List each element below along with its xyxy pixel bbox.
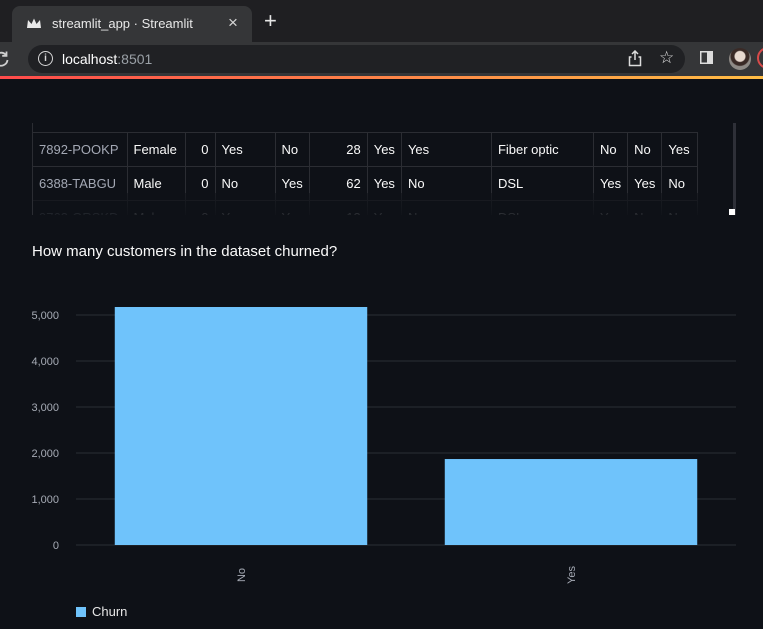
tab-title: streamlit_app · Streamlit — [52, 16, 193, 31]
browser-tab[interactable]: streamlit_app · Streamlit × — [12, 6, 252, 42]
y-tick-label: 4,000 — [31, 356, 59, 368]
browser-toolbar: i localhost:8501 ☆ — [0, 42, 763, 76]
y-tick-label: 2,000 — [31, 448, 59, 460]
url-text: localhost:8501 — [62, 51, 152, 67]
dataframe-resize-handle[interactable] — [729, 209, 735, 215]
table-cell[interactable]: Yes — [367, 132, 402, 167]
bar-yes — [444, 459, 698, 545]
y-tick-label: 3,000 — [31, 402, 59, 414]
share-icon[interactable] — [628, 50, 642, 67]
y-tick-label: 0 — [53, 540, 59, 552]
streamlit-crown-icon — [27, 18, 41, 28]
streamlit-decoration-bar — [0, 76, 763, 79]
address-bar[interactable]: i localhost:8501 ☆ — [28, 45, 685, 73]
table-cell[interactable]: Female — [127, 132, 186, 167]
new-tab-icon[interactable]: + — [264, 10, 277, 32]
legend-label: Churn — [92, 604, 128, 619]
profile-avatar[interactable] — [729, 48, 751, 70]
x-tick-label: Yes — [566, 566, 578, 584]
y-tick-label: 5,000 — [31, 310, 59, 322]
table-cell[interactable]: Yes — [215, 132, 276, 167]
y-tick-label: 1,000 — [31, 494, 59, 506]
chart-legend[interactable]: Churn — [76, 604, 127, 619]
site-info-icon[interactable]: i — [38, 51, 53, 66]
url-port: :8501 — [117, 51, 153, 67]
side-panel-icon[interactable] — [700, 51, 713, 64]
chart-heading: How many customers in the dataset churne… — [32, 243, 338, 260]
churn-bar-chart: 0 1,000 2,000 3,000 4,000 5,000 No Yes — [31, 306, 736, 584]
dataframe-scrollbar[interactable] — [733, 123, 736, 215]
table-cell[interactable]: Yes — [401, 132, 492, 167]
table-cell[interactable]: No — [593, 132, 629, 167]
table-cell[interactable]: 28 — [309, 132, 368, 167]
table-cell[interactable]: Fiber optic — [491, 132, 594, 167]
browser-tab-strip: streamlit_app · Streamlit × + — [0, 0, 763, 42]
x-tick-label: No — [236, 568, 248, 582]
table-cell[interactable]: No — [627, 132, 663, 167]
profile-badge[interactable] — [757, 47, 763, 69]
table-row-index[interactable]: 7892-POOKP — [33, 132, 128, 167]
table-cell[interactable]: Yes — [661, 132, 699, 167]
reload-icon[interactable] — [0, 50, 10, 68]
legend-swatch — [76, 607, 86, 617]
tab-close-icon[interactable]: × — [228, 13, 238, 33]
bar-no — [114, 306, 368, 545]
url-host: localhost — [62, 51, 118, 67]
bookmark-star-icon[interactable]: ☆ — [659, 48, 674, 68]
table-cell[interactable]: No — [275, 132, 310, 167]
table-cell[interactable]: 0 — [185, 132, 216, 167]
dataframe-overflow-fade — [33, 193, 737, 215]
table-row: 7892-POOKP Female 0 Yes No 28 Yes Yes Fiber opti… — [33, 132, 699, 167]
dataframe[interactable]: 7892-POOKP Female 0 Yes No 28 Yes Yes Fiber opti… — [32, 123, 737, 215]
